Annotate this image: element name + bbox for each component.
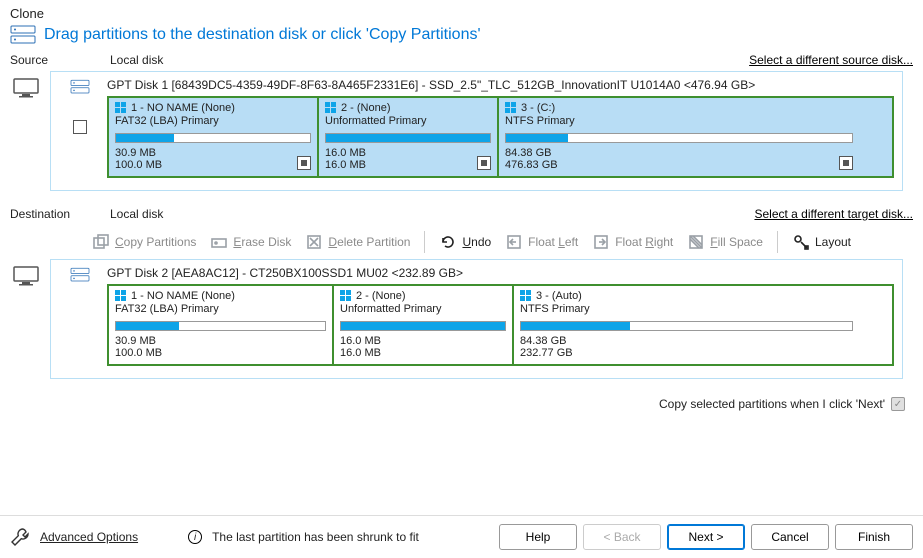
dest-disk-title: GPT Disk 2 [AEA8AC12] - CT250BX100SSD1 M… [107, 266, 894, 280]
advanced-options-link[interactable]: Advanced Options [40, 530, 138, 544]
toolbar-undo[interactable]: Undo [439, 233, 491, 251]
usage-bar [115, 321, 326, 331]
toolbar-fill-space[interactable]: Fill Space [687, 233, 763, 251]
cancel-button[interactable]: Cancel [751, 524, 829, 550]
instruction-text: Drag partitions to the destination disk … [44, 26, 481, 44]
partition-head: 1 - NO NAME (None) [131, 102, 235, 114]
monitor-icon [12, 77, 40, 99]
partition-sub: NTFS Primary [520, 303, 853, 315]
destination-toolbar: Copy Partitions Erase Disk Delete Partitio… [0, 225, 923, 259]
toolbar-label: Delete Partition [328, 235, 410, 249]
partition-sub: FAT32 (LBA) Primary [115, 303, 326, 315]
stop-icon[interactable] [477, 156, 491, 170]
partition[interactable]: 1 - NO NAME (None)FAT32 (LBA) Primary 30.… [109, 286, 334, 364]
disk-icon [69, 266, 91, 284]
select-target-link[interactable]: Select a different target disk... [754, 207, 913, 221]
disk-stack-icon [10, 23, 36, 47]
partition-stats: 30.9 MB100.0 MB [115, 147, 311, 172]
partition-stats: 30.9 MB100.0 MB [115, 335, 326, 360]
toolbar-label: Float Left [528, 235, 578, 249]
usage-bar [325, 133, 491, 143]
usage-bar [115, 133, 311, 143]
stop-icon[interactable] [839, 156, 853, 170]
toolbar-label: Float Right [615, 235, 673, 249]
select-disk-checkbox[interactable] [73, 120, 87, 134]
usage-bar [340, 321, 506, 331]
partition-stats: 84.38 GB476.83 GB [505, 147, 853, 172]
toolbar-label: Erase Disk [233, 235, 291, 249]
partition-stats: 84.38 GB232.77 GB [520, 335, 853, 360]
finish-button[interactable]: Finish [835, 524, 913, 550]
shrunk-message: The last partition has been shrunk to fi… [212, 530, 419, 544]
usage-bar [505, 133, 853, 143]
next-button[interactable]: Next > [667, 524, 745, 550]
usage-bar [520, 321, 853, 331]
partition[interactable]: 2 - (None)Unformatted Primary 16.0 MB16.0… [334, 286, 514, 364]
partition-head: 2 - (None) [356, 290, 406, 302]
partition[interactable]: 2 - (None)Unformatted Primary 16.0 MB16.0… [319, 98, 499, 176]
toolbar-erase-disk[interactable]: Erase Disk [210, 233, 291, 251]
back-button[interactable]: < Back [583, 524, 661, 550]
help-button[interactable]: Help [499, 524, 577, 550]
partition-stats: 16.0 MB16.0 MB [325, 147, 491, 172]
partition-sub: Unformatted Primary [325, 115, 491, 127]
toolbar-label: Layout [815, 235, 851, 249]
source-label: Source [10, 53, 92, 67]
toolbar-label: Undo [462, 235, 491, 249]
partition-sub: FAT32 (LBA) Primary [115, 115, 311, 127]
partition[interactable]: 1 - NO NAME (None)FAT32 (LBA) Primary 30.… [109, 98, 319, 176]
toolbar-float-right[interactable]: Float Right [592, 233, 673, 251]
toolbar-copy-partitions[interactable]: Copy Partitions [92, 233, 196, 251]
toolbar-layout[interactable]: Layout [792, 233, 851, 251]
stop-icon[interactable] [297, 156, 311, 170]
info-icon: i [188, 530, 202, 544]
partition-head: 3 - (C:) [521, 102, 555, 114]
disk-icon [69, 78, 91, 96]
partition-head: 3 - (Auto) [536, 290, 582, 302]
dest-local-disk: Local disk [110, 207, 163, 221]
destination-label: Destination [10, 207, 92, 221]
destination-partitions: 1 - NO NAME (None)FAT32 (LBA) Primary 30.… [107, 284, 894, 366]
select-source-link[interactable]: Select a different source disk... [749, 53, 913, 67]
partition[interactable]: 3 - (Auto)NTFS Primary 84.38 GB232.77 GB [514, 286, 859, 364]
partition-head: 1 - NO NAME (None) [131, 290, 235, 302]
copy-on-next-label: Copy selected partitions when I click 'N… [659, 397, 885, 411]
toolbar-label: Copy Partitions [115, 235, 196, 249]
source-local-disk: Local disk [110, 53, 163, 67]
partition-head: 2 - (None) [341, 102, 391, 114]
partition-sub: Unformatted Primary [340, 303, 506, 315]
page-title: Clone [0, 0, 923, 23]
wrench-icon [10, 527, 30, 547]
partition-stats: 16.0 MB16.0 MB [340, 335, 506, 360]
source-partitions: 1 - NO NAME (None)FAT32 (LBA) Primary 30.… [107, 96, 894, 178]
toolbar-float-left[interactable]: Float Left [505, 233, 578, 251]
monitor-icon [12, 265, 40, 287]
toolbar-delete-partition[interactable]: Delete Partition [305, 233, 410, 251]
toolbar-label: Fill Space [710, 235, 763, 249]
partition[interactable]: 3 - (C:)NTFS Primary 84.38 GB476.83 GB [499, 98, 859, 176]
copy-on-next-checkbox[interactable] [891, 397, 905, 411]
source-disk-title: GPT Disk 1 [68439DC5-4359-49DF-8F63-8A46… [107, 78, 894, 92]
partition-sub: NTFS Primary [505, 115, 853, 127]
